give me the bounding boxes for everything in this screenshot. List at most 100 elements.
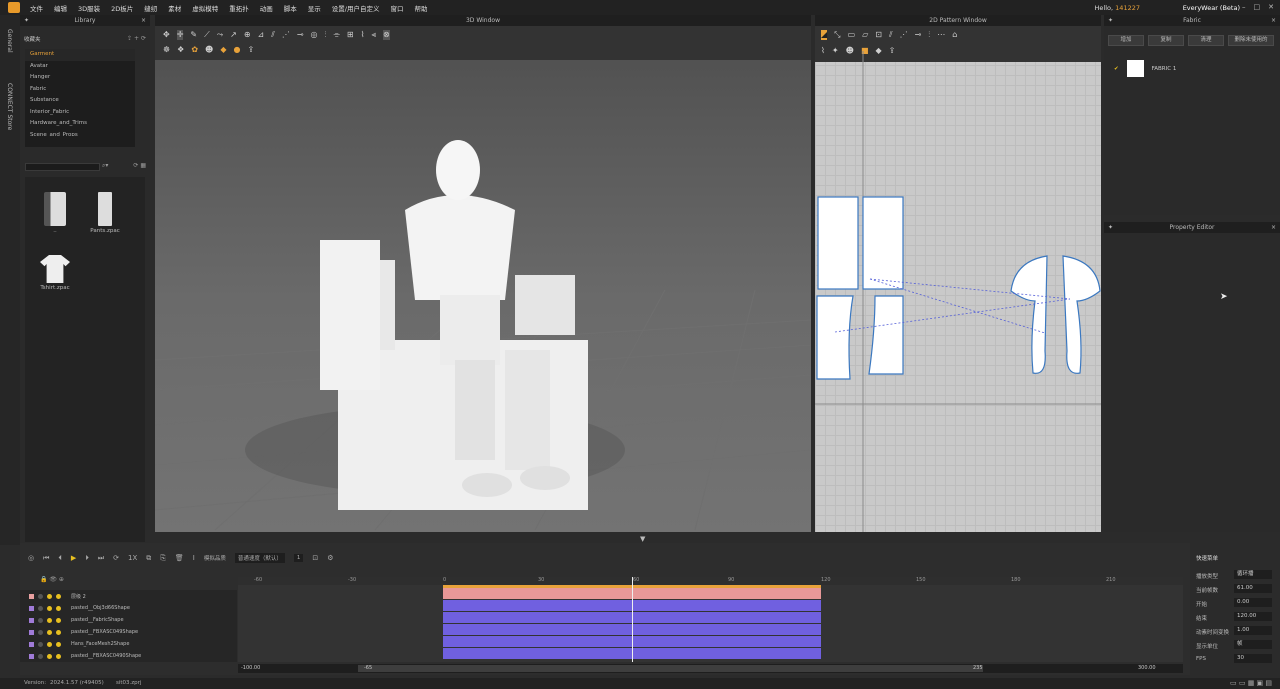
step-stepper[interactable]: 1: [293, 554, 304, 562]
playhead[interactable]: [632, 577, 633, 662]
prev-frame-icon[interactable]: ⏴: [58, 554, 62, 563]
solo-toggle[interactable]: [56, 653, 61, 659]
2d-select-icon[interactable]: ◢: [821, 30, 828, 40]
track-row[interactable]: 层级 2: [20, 590, 237, 602]
2d-transform-icon[interactable]: ⤡: [834, 30, 840, 40]
close-icon[interactable]: ✕: [1268, 3, 1274, 11]
delete-key-icon[interactable]: 🗑: [175, 554, 184, 562]
pin-tool-icon[interactable]: ⊕: [244, 30, 251, 40]
track-row[interactable]: pasted__Obj3d66Shape: [20, 602, 237, 614]
close-icon[interactable]: ×: [1271, 15, 1276, 26]
layout-icons[interactable]: ▭ ▭ ▦ ▣ ▤: [1230, 679, 1272, 687]
copy-key-icon[interactable]: ⧉: [146, 554, 151, 563]
pattern-piece-front-right[interactable]: [868, 295, 904, 375]
solo-toggle[interactable]: [56, 617, 61, 623]
tree-item-avatar[interactable]: Avatar: [25, 61, 135, 73]
pin-icon[interactable]: ✦: [1108, 222, 1113, 233]
range-right-value[interactable]: 300.00: [1138, 665, 1156, 671]
solo-toggle[interactable]: [56, 605, 61, 611]
view-toggle-icon[interactable]: ⟳ ▦: [133, 162, 146, 169]
tab-connect-store[interactable]: CONNECT Store: [6, 83, 13, 130]
tree-item-garment[interactable]: Garment: [25, 49, 135, 61]
favorites-label[interactable]: 收藏夹: [24, 35, 41, 43]
trim-tool-icon[interactable]: ⌯: [334, 30, 340, 40]
graph-tool-icon[interactable]: ⫷: [372, 30, 377, 40]
edit-tool-icon[interactable]: ⊿: [258, 30, 265, 40]
visibility-toggle[interactable]: [47, 653, 52, 659]
start-input[interactable]: 0.00: [1234, 598, 1272, 607]
ball-icon[interactable]: ●: [234, 45, 241, 54]
hanger-icon[interactable]: ◆: [220, 45, 226, 54]
user-id[interactable]: 141227: [1115, 4, 1140, 12]
speed-icon[interactable]: 1X: [128, 554, 137, 562]
menu-2d-pattern[interactable]: 2D板片: [111, 3, 133, 13]
end-input[interactable]: 120.00: [1234, 612, 1272, 621]
range-thumb[interactable]: [358, 665, 983, 672]
file-item-pants[interactable]: Pants.zpac: [85, 192, 125, 234]
pin-icon[interactable]: ✦: [24, 15, 29, 26]
select-tool-icon[interactable]: ✥: [163, 30, 170, 40]
maximize-icon[interactable]: □: [1254, 3, 1261, 11]
tree-item-hanger[interactable]: Hanger: [25, 72, 135, 84]
export-icon[interactable]: ⇪: [248, 45, 255, 54]
close-icon[interactable]: ×: [1271, 222, 1276, 233]
quality-dropdown[interactable]: 普通速度（默认）: [234, 553, 285, 563]
sew-tool-icon[interactable]: ⋰: [282, 30, 290, 40]
visibility-toggle[interactable]: [47, 617, 52, 623]
tree-item-interior-fabric[interactable]: Interior_Fabric: [25, 107, 135, 119]
snapshot-icon[interactable]: ⊡: [312, 554, 318, 562]
playback-type-dropdown[interactable]: 循环播: [1234, 570, 1272, 579]
2d-seam-icon[interactable]: ⊸: [915, 30, 922, 40]
library-tools-icon[interactable]: ⇪ + ⟳: [127, 35, 146, 42]
solo-toggle[interactable]: [56, 629, 61, 635]
brush-tool-icon[interactable]: ⌇: [361, 30, 365, 40]
tab-general[interactable]: General: [6, 29, 13, 53]
pattern-piece-front-left[interactable]: [816, 295, 854, 380]
avatar-tool-icon[interactable]: ⊗: [383, 30, 390, 40]
tree-item-hardware[interactable]: Hardware_and_Trims: [25, 118, 135, 130]
search-icon[interactable]: ⌕▾: [102, 162, 108, 170]
menu-window[interactable]: 窗口: [390, 3, 403, 13]
curve-tool-icon[interactable]: ⤳: [217, 30, 223, 40]
lock-toggle[interactable]: [38, 593, 43, 599]
pen-tool-icon[interactable]: ✎: [190, 30, 197, 40]
visibility-toggle[interactable]: [47, 593, 52, 599]
close-icon[interactable]: ×: [141, 15, 146, 26]
loop-icon[interactable]: ⟳: [113, 554, 119, 562]
pattern-canvas[interactable]: [815, 51, 1101, 532]
menu-materials[interactable]: 素材: [168, 3, 181, 13]
file-item-tshirt[interactable]: Tshirt.zpac: [35, 255, 75, 291]
copy-fabric-button[interactable]: 复制: [1148, 35, 1184, 46]
measure-tool-icon[interactable]: ⊞: [347, 30, 354, 40]
track-row[interactable]: pasted__FabricShape: [20, 614, 237, 626]
library-search-input[interactable]: [25, 163, 100, 171]
2d-rect-icon[interactable]: ▭: [848, 30, 856, 40]
menu-sewing[interactable]: 缝纫: [144, 3, 157, 13]
range-left-value[interactable]: -100.00: [241, 665, 260, 671]
2d-pleat-icon[interactable]: ⋯: [937, 30, 945, 40]
tree-item-fabric[interactable]: Fabric: [25, 84, 135, 96]
2d-polygon-icon[interactable]: ▱: [862, 30, 868, 40]
add-fabric-button[interactable]: 增加: [1108, 35, 1144, 46]
lock-toggle[interactable]: [38, 641, 43, 647]
timeline-track-area[interactable]: -60 -30 0 30 60 90 120 150 180 210: [238, 577, 1183, 662]
display-unit-dropdown[interactable]: 帧: [1234, 640, 1272, 649]
line-tool-icon[interactable]: ⟋: [204, 30, 210, 40]
pattern-piece-sleeve-left[interactable]: [1010, 255, 1048, 374]
3d-window[interactable]: 3D Window ✥ ✛ ✎ ⟋ ⤳ ↗ ⊕ ⊿ ⫽ ⋰ ⊸ ◎ ⫶ ⌯ ⊞ ⌇ ⫷ ⊗ ☸ ❖ ✿ ☻ ◆ ● ⇪: [155, 15, 811, 532]
time-scale-input[interactable]: 1.00: [1234, 626, 1272, 635]
button-tool-icon[interactable]: ◎: [311, 30, 318, 40]
lock-toggle[interactable]: [38, 653, 43, 659]
fold-tool-icon[interactable]: ⊸: [297, 30, 304, 40]
solo-toggle[interactable]: [56, 593, 61, 599]
record-icon[interactable]: ◎: [28, 554, 34, 562]
next-frame-icon[interactable]: ⏵: [85, 554, 89, 563]
menu-display[interactable]: 显示: [308, 3, 321, 13]
frame-ruler[interactable]: -60 -30 0 30 60 90 120 150 180 210: [238, 577, 1183, 585]
play-icon[interactable]: ▶: [71, 554, 76, 562]
menu-avatar[interactable]: 虚拟模特: [192, 3, 218, 13]
lock-toggle[interactable]: [38, 617, 43, 623]
file-item-parent[interactable]: ..: [35, 192, 75, 234]
track-row[interactable]: pasted__FBXASC0490Shape: [20, 650, 237, 662]
visibility-toggle[interactable]: [47, 629, 52, 635]
